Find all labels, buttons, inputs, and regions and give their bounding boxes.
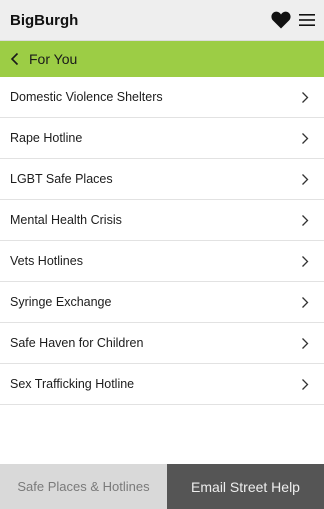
list-item-label: Syringe Exchange xyxy=(10,295,112,309)
app-header: BigBurgh xyxy=(0,0,324,41)
list-item-label: Vets Hotlines xyxy=(10,254,83,268)
tab-email-street-help[interactable]: Email Street Help xyxy=(167,464,324,509)
list-item[interactable]: Syringe Exchange xyxy=(0,282,324,323)
chevron-right-icon xyxy=(300,254,310,268)
list-item-label: Domestic Violence Shelters xyxy=(10,90,163,104)
list-item[interactable]: LGBT Safe Places xyxy=(0,159,324,200)
chevron-right-icon xyxy=(300,377,310,391)
heart-icon xyxy=(271,11,291,29)
back-label[interactable]: For You xyxy=(29,51,77,67)
app-title: BigBurgh xyxy=(10,11,79,29)
favorites-button[interactable] xyxy=(270,10,292,30)
back-bar[interactable]: For You xyxy=(0,41,324,77)
list-item[interactable]: Rape Hotline xyxy=(0,118,324,159)
chevron-right-icon xyxy=(300,90,310,104)
chevron-right-icon xyxy=(300,336,310,350)
list-item-label: Mental Health Crisis xyxy=(10,213,122,227)
hamburger-icon xyxy=(299,14,315,26)
list-item[interactable]: Domestic Violence Shelters xyxy=(0,77,324,118)
resource-list: Domestic Violence Shelters Rape Hotline … xyxy=(0,77,324,405)
chevron-right-icon xyxy=(300,131,310,145)
list-item[interactable]: Vets Hotlines xyxy=(0,241,324,282)
bottom-tab-bar: Safe Places & Hotlines Email Street Help xyxy=(0,464,324,509)
chevron-right-icon xyxy=(300,213,310,227)
chevron-right-icon xyxy=(300,172,310,186)
list-item[interactable]: Safe Haven for Children xyxy=(0,323,324,364)
list-item-label: Sex Trafficking Hotline xyxy=(10,377,135,391)
tab-safe-places-hotlines[interactable]: Safe Places & Hotlines xyxy=(0,464,167,509)
chevron-left-icon[interactable] xyxy=(10,52,22,66)
list-item-label: LGBT Safe Places xyxy=(10,172,113,186)
chevron-right-icon xyxy=(300,295,310,309)
list-item-label: Safe Haven for Children xyxy=(10,336,144,350)
list-item-label: Rape Hotline xyxy=(10,131,83,145)
list-item[interactable]: Sex Trafficking Hotline xyxy=(0,364,324,405)
menu-button[interactable] xyxy=(298,10,316,30)
list-item[interactable]: Mental Health Crisis xyxy=(0,200,324,241)
